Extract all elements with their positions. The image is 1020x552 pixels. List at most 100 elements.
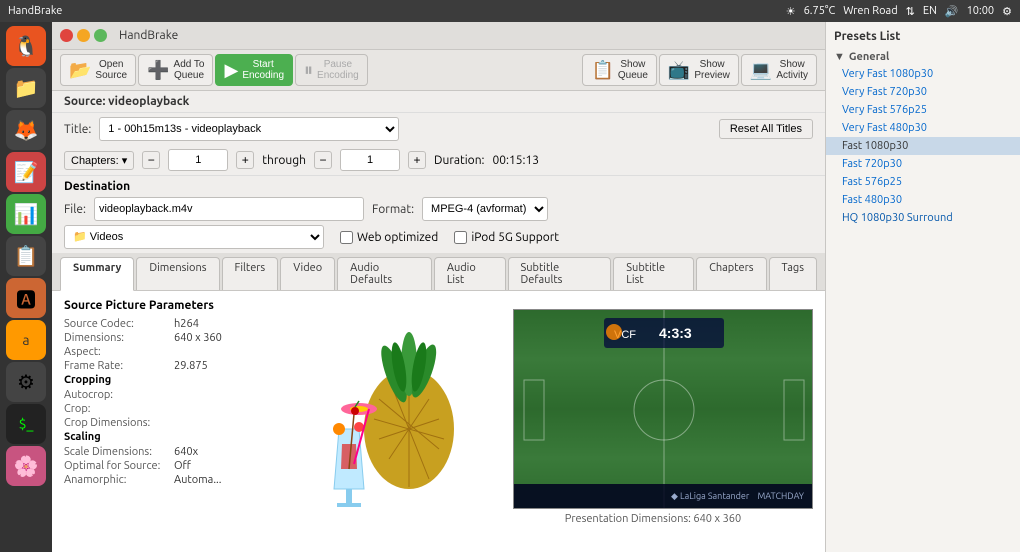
source-value: videoplayback <box>108 95 189 108</box>
tab-subtitle-defaults[interactable]: Subtitle Defaults <box>508 257 612 290</box>
web-optimized-checkbox[interactable] <box>340 231 353 244</box>
dock-item-amazon[interactable]: a <box>6 320 46 360</box>
matchday-bar: ◆ LaLiga Santander MATCHDAY <box>514 484 812 508</box>
graphic-container <box>279 299 479 509</box>
reset-all-titles-button[interactable]: Reset All Titles <box>719 119 813 139</box>
preset-very-fast-720p30[interactable]: Very Fast 720p30 <box>826 83 1020 101</box>
aspect-row: Aspect: <box>64 346 264 358</box>
chapters-dropdown[interactable]: Chapters: ▾ <box>64 151 134 170</box>
preset-hq-1080p30[interactable]: HQ 1080p30 Surround <box>826 209 1020 227</box>
duration-value: 00:15:13 <box>493 154 540 167</box>
params-title: Source Picture Parameters <box>64 299 264 312</box>
preview-area <box>276 299 481 544</box>
aspect-label: Aspect: <box>64 346 174 358</box>
through-label: through <box>262 154 306 167</box>
preset-group-general[interactable]: ▼ General <box>826 49 1020 65</box>
show-queue-label: ShowQueue <box>618 59 648 81</box>
format-label: Format: <box>372 203 414 216</box>
general-group-label: General <box>849 51 889 63</box>
autocrop-row: Autocrop: <box>64 389 264 401</box>
lang-label: EN <box>923 5 937 17</box>
start-label: StartEncoding <box>242 59 284 81</box>
dims-row: Dimensions: 640 x 360 <box>64 332 264 344</box>
pres-value: 640 x 360 <box>693 513 741 525</box>
show-queue-button[interactable]: 📋 ShowQueue <box>582 54 656 86</box>
chapter-to-dec[interactable]: − <box>314 151 332 169</box>
destination-file-row: File: Format: MPEG-4 (avformat) <box>64 197 813 221</box>
show-activity-label: ShowActivity <box>776 59 808 81</box>
crop-label: Crop: <box>64 403 174 415</box>
destination-section: Destination File: Format: MPEG-4 (avform… <box>52 176 825 253</box>
codec-row: Source Codec: h264 <box>64 318 264 330</box>
maximize-button[interactable] <box>94 29 107 42</box>
soccer-field: VCF 4:3:3 <box>514 310 812 508</box>
preset-fast-1080p30[interactable]: Fast 1080p30 <box>826 137 1020 155</box>
preset-fast-720p30[interactable]: Fast 720p30 <box>826 155 1020 173</box>
crop-row: Crop: <box>64 403 264 415</box>
tabs-bar: Summary Dimensions Filters Video Audio D… <box>52 253 825 291</box>
preset-fast-480p30[interactable]: Fast 480p30 <box>826 191 1020 209</box>
tab-chapters[interactable]: Chapters <box>696 257 766 290</box>
preset-fast-576p25[interactable]: Fast 576p25 <box>826 173 1020 191</box>
tab-audio-list[interactable]: Audio List <box>434 257 506 290</box>
chapter-from-input[interactable] <box>168 149 228 171</box>
dock-item-font[interactable]: 🅰 <box>6 278 46 318</box>
pause-encoding-button[interactable]: ⏸ PauseEncoding <box>295 54 368 86</box>
ipod-5g-checkbox[interactable] <box>454 231 467 244</box>
tab-video[interactable]: Video <box>280 257 335 290</box>
temp-label: 6.75°C <box>804 5 836 17</box>
show-activity-button[interactable]: 💻 ShowActivity <box>741 54 817 86</box>
crop-dims-label: Crop Dimensions: <box>64 417 174 429</box>
dock-item-files[interactable]: 📁 <box>6 68 46 108</box>
dock-item-settings[interactable]: ⚙ <box>6 362 46 402</box>
preset-very-fast-576p25[interactable]: Very Fast 576p25 <box>826 101 1020 119</box>
preset-very-fast-1080p30[interactable]: Very Fast 1080p30 <box>826 65 1020 83</box>
format-select[interactable]: MPEG-4 (avformat) <box>422 197 548 221</box>
activity-icon: 💻 <box>750 60 772 81</box>
video-preview: VCF 4:3:3 ◆ LaLiga Santander MATCHDAY <box>513 309 813 509</box>
tab-subtitle-list[interactable]: Subtitle List <box>613 257 694 290</box>
preset-very-fast-480p30[interactable]: Very Fast 480p30 <box>826 119 1020 137</box>
preview-icon: 📺 <box>668 60 690 81</box>
system-bar-right: ☀ 6.75°C Wren Road ⇅ EN 🔊 10:00 ⚙ <box>786 5 1012 18</box>
dock-item-ubuntu[interactable]: 🐧 <box>6 26 46 66</box>
tab-dimensions[interactable]: Dimensions <box>136 257 219 290</box>
start-icon: ▶ <box>224 60 238 81</box>
folder-select[interactable]: 📁 Videos <box>64 225 324 249</box>
dims-val: 640 x 360 <box>174 332 222 344</box>
show-preview-button[interactable]: 📺 ShowPreview <box>659 54 739 86</box>
optimal-label: Optimal for Source: <box>64 460 174 472</box>
tab-audio-defaults[interactable]: Audio Defaults <box>337 257 432 290</box>
system-settings-icon[interactable]: ⚙ <box>1002 5 1012 18</box>
tab-filters[interactable]: Filters <box>222 257 279 290</box>
options-row: 📁 Videos Web optimized iPod 5G Support <box>64 225 813 249</box>
chapter-to-inc[interactable]: + <box>408 151 426 169</box>
open-source-button[interactable]: 📂 OpenSource <box>60 54 136 86</box>
file-input[interactable] <box>94 197 364 221</box>
dock-item-terminal[interactable]: $_ <box>6 404 46 444</box>
chapter-to-input[interactable] <box>340 149 400 171</box>
chapters-row: Chapters: ▾ − + through − + Duration: 00… <box>52 145 825 176</box>
title-label: Title: <box>64 123 91 136</box>
ipod-5g-label[interactable]: iPod 5G Support <box>454 231 559 244</box>
tab-tags[interactable]: Tags <box>769 257 817 290</box>
add-to-queue-button[interactable]: ➕ Add ToQueue <box>138 54 213 86</box>
chapter-from-dec[interactable]: − <box>142 151 160 169</box>
dock-item-app[interactable]: 🌸 <box>6 446 46 486</box>
close-button[interactable] <box>60 29 73 42</box>
chapter-from-inc[interactable]: + <box>236 151 254 169</box>
scale-dims-row: Scale Dimensions: 640x <box>64 446 264 458</box>
start-encoding-button[interactable]: ▶ StartEncoding <box>215 54 293 86</box>
web-optimized-text: Web optimized <box>357 231 438 244</box>
tab-summary[interactable]: Summary <box>60 257 134 291</box>
title-select[interactable]: 1 - 00h15m13s - videoplayback <box>99 117 399 141</box>
queue-icon: 📋 <box>591 60 613 81</box>
dock-item-notes[interactable]: 📋 <box>6 236 46 276</box>
web-optimized-label[interactable]: Web optimized <box>340 231 438 244</box>
source-label: Source: <box>64 95 105 108</box>
dock-item-spreadsheet[interactable]: 📊 <box>6 194 46 234</box>
dock-item-text[interactable]: 📝 <box>6 152 46 192</box>
open-source-label: OpenSource <box>95 59 127 81</box>
dock-item-firefox[interactable]: 🦊 <box>6 110 46 150</box>
minimize-button[interactable] <box>77 29 90 42</box>
